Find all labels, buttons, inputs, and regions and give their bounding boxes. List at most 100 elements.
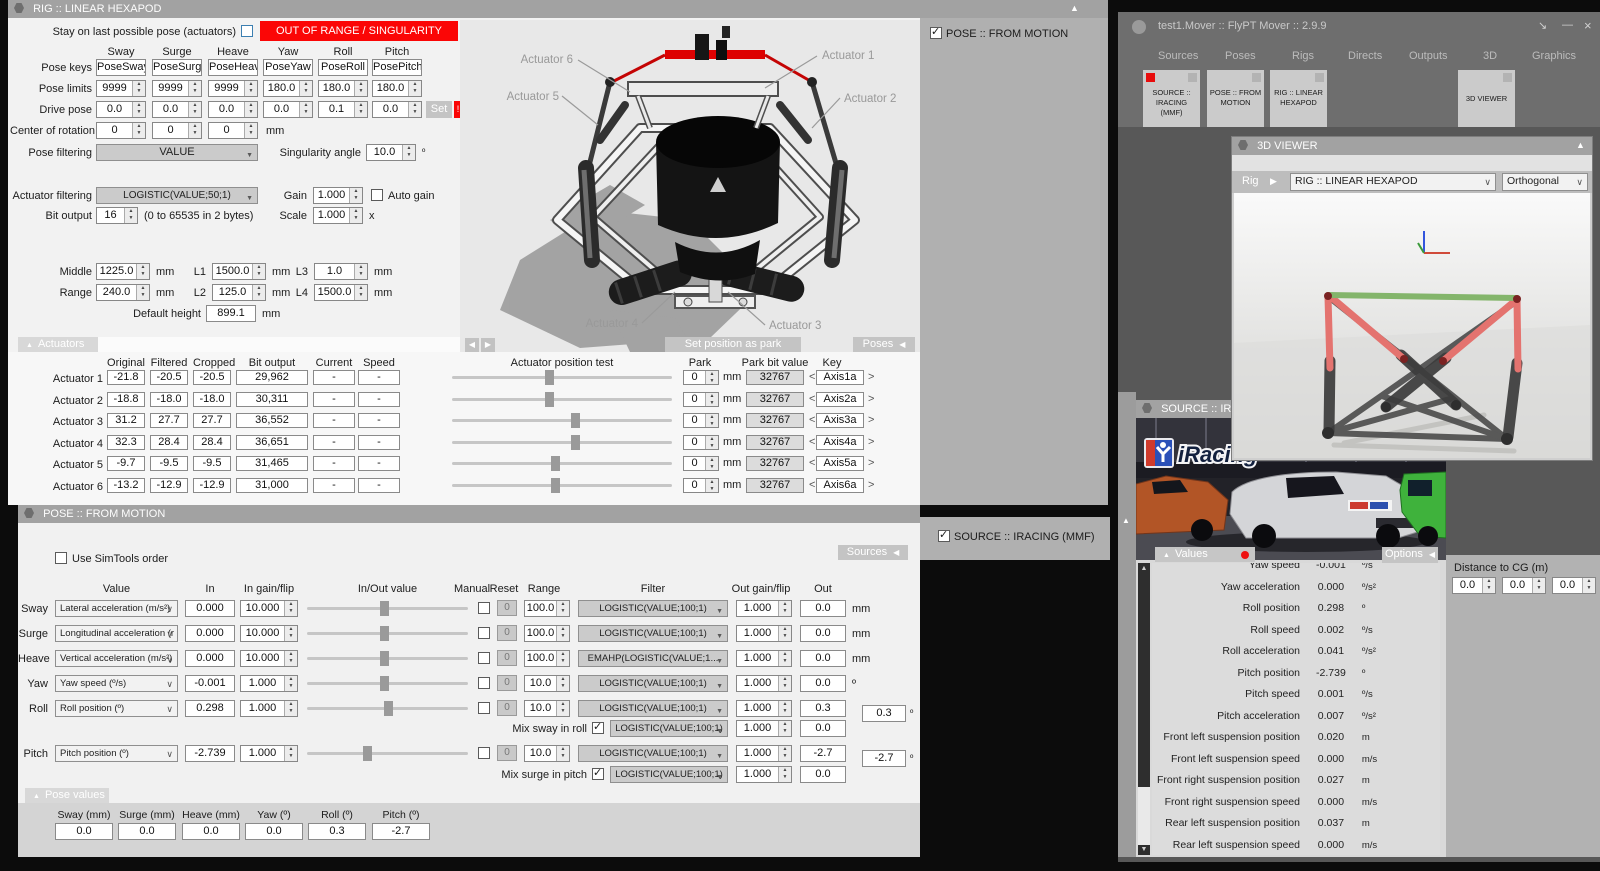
- pose-key-input[interactable]: PosePitch: [372, 59, 422, 76]
- motion-value-select[interactable]: Longitudinal acceleration (r: [55, 625, 178, 642]
- reset-button[interactable]: 0: [497, 650, 517, 666]
- pose-limit-spinner[interactable]: 180.0: [372, 80, 422, 97]
- slider-track[interactable]: [452, 376, 672, 379]
- park-spinner[interactable]: 0: [683, 435, 719, 450]
- spinner-buttons[interactable]: [705, 479, 718, 492]
- tile-source-iracing[interactable]: SOURCE :: IRACING (MMF): [1143, 70, 1200, 127]
- pose-title-bar[interactable]: POSE :: FROM MOTION: [18, 505, 920, 523]
- out-gain-spinner[interactable]: 1.000: [736, 625, 792, 642]
- spinner-buttons[interactable]: [556, 626, 569, 641]
- mix-sway-in-roll-checkbox[interactable]: [592, 722, 604, 734]
- spinner-buttons[interactable]: [408, 81, 421, 96]
- slider-thumb[interactable]: [571, 435, 580, 450]
- slider-thumb[interactable]: [545, 370, 554, 385]
- set-button[interactable]: Set: [426, 101, 452, 118]
- mix-filter-select[interactable]: LOGISTIC(VALUE;100;1): [610, 720, 728, 737]
- key-input[interactable]: Axis2a: [816, 392, 864, 407]
- middle-spinner[interactable]: 1225.0: [96, 263, 150, 280]
- drive-pose-spinner[interactable]: 0.0: [152, 101, 202, 118]
- motion-inout-slider[interactable]: [307, 651, 468, 666]
- actuator-test-slider[interactable]: [452, 370, 672, 385]
- range-spinner[interactable]: 10.0: [524, 675, 570, 692]
- l4-spinner[interactable]: 1500.0: [314, 284, 368, 301]
- stay-on-last-pose-checkbox[interactable]: [241, 25, 253, 37]
- spinner-buttons[interactable]: [136, 285, 149, 300]
- range-spinner[interactable]: 10.0: [524, 700, 570, 717]
- spinner-buttons[interactable]: [556, 651, 569, 666]
- menu-tab[interactable]: 3D: [1483, 50, 1497, 62]
- spinner-buttons[interactable]: [252, 285, 265, 300]
- out-gain-spinner[interactable]: 1.000: [736, 745, 792, 762]
- menu-tab[interactable]: Sources: [1158, 50, 1198, 62]
- out-gain-spinner[interactable]: 1.000: [736, 700, 792, 717]
- spinner-buttons[interactable]: [252, 264, 265, 279]
- key-prev-icon[interactable]: <: [809, 371, 815, 383]
- slider-track[interactable]: [307, 752, 468, 755]
- prev-view-icon[interactable]: ◀: [465, 338, 479, 352]
- slider-thumb[interactable]: [380, 651, 389, 666]
- center-spinner[interactable]: 0: [152, 122, 202, 139]
- spinner-buttons[interactable]: [349, 208, 362, 223]
- gain-spinner[interactable]: 1.000: [313, 187, 363, 204]
- spinner-buttons[interactable]: [136, 264, 149, 279]
- motion-in-gain-spinner[interactable]: 10.000: [240, 600, 298, 617]
- tile-3d-viewer[interactable]: 3D VIEWER: [1458, 70, 1515, 127]
- pose-key-input[interactable]: PoseHeave: [208, 59, 258, 76]
- key-input[interactable]: Axis1a: [816, 370, 864, 385]
- sources-flyout-button[interactable]: Sources: [838, 545, 908, 560]
- spinner-buttons[interactable]: [705, 371, 718, 384]
- slider-thumb[interactable]: [551, 456, 560, 471]
- spinner-buttons[interactable]: [188, 123, 201, 138]
- motion-value-select[interactable]: Roll position (º): [55, 700, 178, 717]
- slider-track[interactable]: [452, 462, 672, 465]
- drive-pose-spinner[interactable]: 0.0: [96, 101, 146, 118]
- reset-button[interactable]: 0: [497, 700, 517, 716]
- pose-key-input[interactable]: PoseYaw: [263, 59, 313, 76]
- filter-select[interactable]: EMAHP(LOGISTIC(VALUE;1...: [578, 650, 728, 667]
- manual-checkbox[interactable]: [478, 652, 490, 664]
- mix-out-gain-spinner[interactable]: 1.000: [736, 766, 792, 783]
- actuators-tab[interactable]: ▲Actuators: [18, 337, 98, 352]
- pose-key-input[interactable]: PoseSway: [96, 59, 146, 76]
- spinner-buttons[interactable]: [284, 746, 297, 761]
- reset-button[interactable]: 0: [497, 600, 517, 616]
- spinner-buttons[interactable]: [778, 676, 791, 691]
- spinner-buttons[interactable]: [284, 701, 297, 716]
- slider-thumb[interactable]: [551, 478, 560, 493]
- filter-select[interactable]: LOGISTIC(VALUE;100;1): [578, 745, 728, 762]
- key-prev-icon[interactable]: <: [809, 393, 815, 405]
- spinner-buttons[interactable]: [705, 414, 718, 427]
- values-scrollbar[interactable]: ▲ ▼: [1138, 563, 1150, 855]
- spinner-buttons[interactable]: [284, 676, 297, 691]
- menu-tab[interactable]: Outputs: [1409, 50, 1448, 62]
- spinner-buttons[interactable]: [354, 285, 367, 300]
- motion-in-gain-spinner[interactable]: 1.000: [240, 745, 298, 762]
- park-spinner[interactable]: 0: [683, 478, 719, 493]
- spinner-buttons[interactable]: [556, 601, 569, 616]
- poses-flyout-button[interactable]: Poses: [853, 337, 915, 352]
- range-spinner[interactable]: 100.0: [524, 650, 570, 667]
- filter-select[interactable]: LOGISTIC(VALUE;100;1): [578, 600, 728, 617]
- set-position-as-park-button[interactable]: Set position as park: [665, 337, 801, 352]
- key-next-icon[interactable]: >: [868, 479, 874, 491]
- spinner-buttons[interactable]: [408, 102, 421, 117]
- tile-pose-from-motion[interactable]: POSE :: FROM MOTION: [1207, 70, 1264, 127]
- spinner-buttons[interactable]: [299, 102, 312, 117]
- spinner-buttons[interactable]: [132, 81, 145, 96]
- spinner-buttons[interactable]: [284, 601, 297, 616]
- mix-filter-select[interactable]: LOGISTIC(VALUE;100;1): [610, 766, 728, 783]
- key-input[interactable]: Axis6a: [816, 478, 864, 493]
- mix-surge-in-pitch-checkbox[interactable]: [592, 768, 604, 780]
- spinner-buttons[interactable]: [705, 457, 718, 470]
- l2-spinner[interactable]: 125.0: [212, 284, 266, 301]
- spinner-buttons[interactable]: [124, 208, 137, 223]
- slider-thumb[interactable]: [363, 746, 372, 761]
- spinner-buttons[interactable]: [354, 264, 367, 279]
- filter-select[interactable]: LOGISTIC(VALUE;100;1): [578, 700, 728, 717]
- slider-thumb[interactable]: [380, 676, 389, 691]
- spinner-buttons[interactable]: [778, 626, 791, 641]
- key-input[interactable]: Axis3a: [816, 413, 864, 428]
- pose-key-input[interactable]: PoseSurge: [152, 59, 202, 76]
- viewer-projection-select[interactable]: Orthogonal: [1502, 173, 1588, 191]
- viewer-title-bar[interactable]: 3D VIEWER: [1232, 137, 1592, 155]
